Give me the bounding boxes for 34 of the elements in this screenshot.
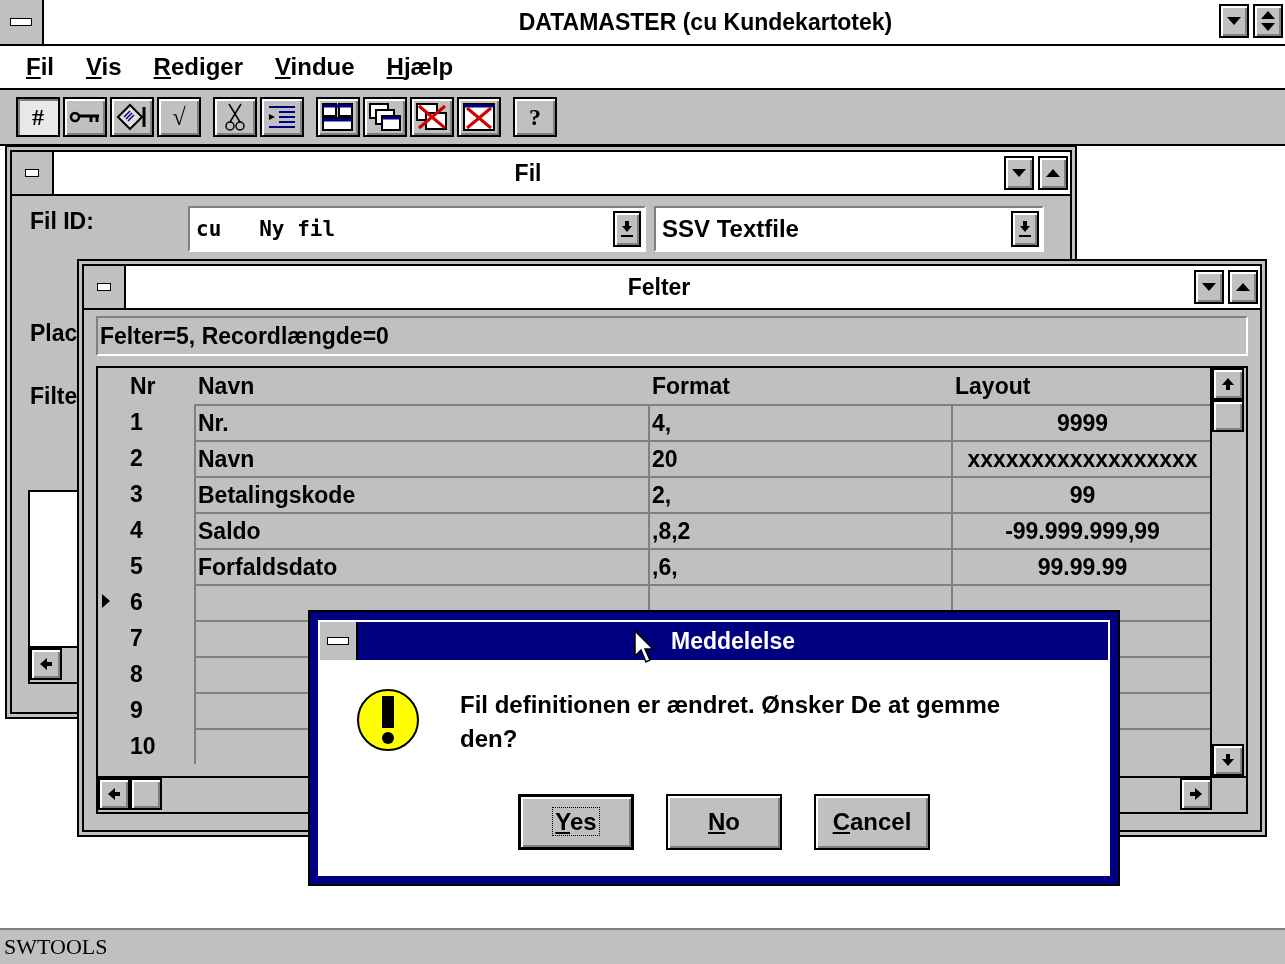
- table-cell: Forfaldsdato: [194, 548, 648, 584]
- row-number: 9: [129, 695, 144, 725]
- field-label: Plac: [30, 320, 78, 347]
- window-title: Felter: [626, 272, 692, 302]
- column-header: Layout: [954, 371, 1032, 401]
- dialog-title: Meddelelse: [671, 627, 795, 655]
- row-number: 2: [129, 443, 144, 473]
- column-header: Nr: [129, 371, 157, 401]
- table-cell: Navn: [194, 440, 648, 476]
- row-number: 7: [129, 623, 144, 653]
- info-field: Felter=5, Recordlængde=0: [96, 316, 1248, 356]
- table-cell: ,6,: [648, 548, 951, 584]
- table-cell: Betalingskode: [194, 476, 648, 512]
- row-number: 6: [98, 584, 194, 620]
- table-cell: Saldo: [194, 512, 648, 548]
- table-cell: 20: [648, 440, 951, 476]
- table-cell: ,8,2: [648, 512, 951, 548]
- window-title: Fil: [513, 158, 543, 188]
- field-label: Fil ID:: [30, 207, 95, 235]
- row-number: 1: [129, 407, 144, 437]
- table-cell: Nr.: [194, 404, 648, 440]
- column-header: Format: [651, 371, 731, 401]
- message-text: Fil definitionen er ændret. Ønsker De at gemme den?: [460, 690, 1002, 754]
- row-number: 10: [129, 731, 157, 761]
- column-header: Navn: [197, 371, 256, 401]
- row-number: 8: [129, 659, 144, 689]
- row-number: 3: [129, 479, 144, 509]
- window-title: DATAMASTER (cu Kundekartotek): [517, 7, 894, 37]
- table-cell: 2,: [648, 476, 951, 512]
- row-number: 5: [129, 551, 144, 581]
- field-label: Filte: [30, 383, 78, 410]
- table-cell: 4,: [648, 404, 951, 440]
- status-bar: SWTOOLS: [0, 928, 1285, 964]
- row-number: 4: [129, 515, 144, 545]
